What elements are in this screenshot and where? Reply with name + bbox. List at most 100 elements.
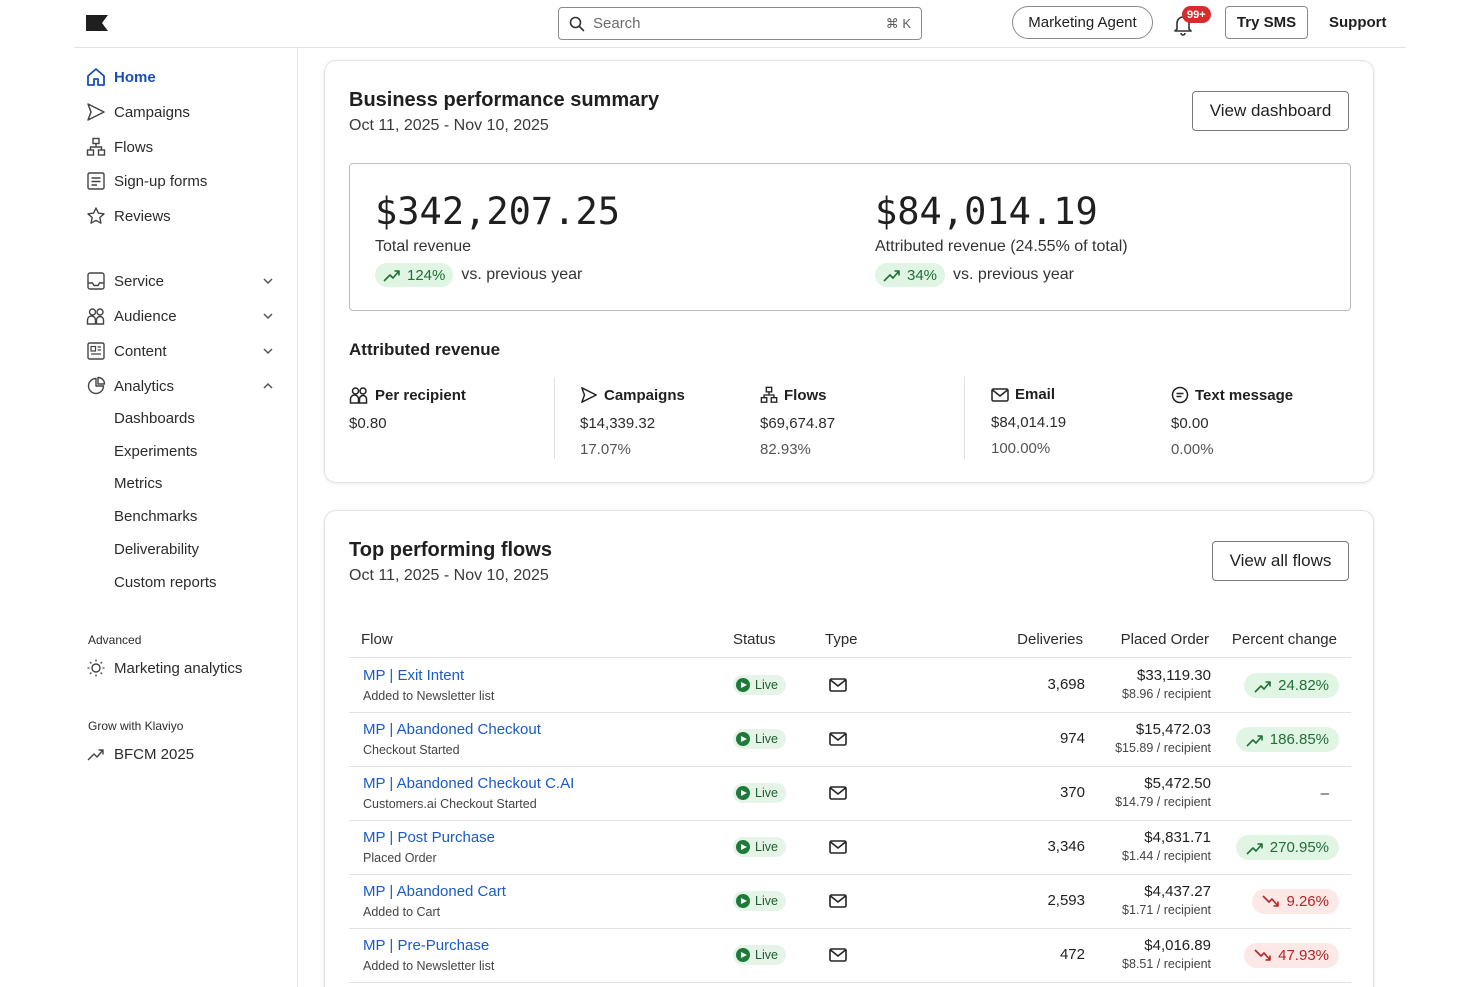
percent-change-badge: 270.95% bbox=[1235, 835, 1339, 860]
search-input[interactable]: Search ⌘ K bbox=[558, 7, 922, 40]
play-circle-icon bbox=[736, 894, 750, 908]
metric-value: $0.00 bbox=[1171, 415, 1209, 432]
revenue-summary-box: $342,207.25 Total revenue 124% vs. previ… bbox=[349, 163, 1351, 311]
sidebar-item-bfcm-2025[interactable]: BFCM 2025 bbox=[86, 740, 286, 768]
chevron-up-icon[interactable] bbox=[262, 380, 274, 392]
support-link[interactable]: Support bbox=[1329, 14, 1387, 31]
sidebar-item-label: Audience bbox=[114, 307, 177, 325]
marketing-agent-button[interactable]: Marketing Agent bbox=[1012, 6, 1153, 39]
send-icon bbox=[581, 387, 597, 403]
klaviyo-flag-icon[interactable] bbox=[86, 15, 108, 31]
column-header-percent-change[interactable]: Percent change bbox=[1232, 631, 1337, 648]
sidebar-item-content[interactable]: Content bbox=[86, 337, 286, 365]
metric-campaigns: Campaigns $14,339.32 17.07% bbox=[580, 386, 685, 459]
attributed-revenue-label: Attributed revenue (24.55% of total) bbox=[875, 238, 1128, 255]
percent-change-badge: 47.93% bbox=[1244, 943, 1339, 968]
sidebar-item-home[interactable]: Home bbox=[86, 63, 286, 91]
sidebar-item-marketing-analytics[interactable]: Marketing analytics bbox=[86, 654, 286, 682]
flow-name-link[interactable]: MP | Pre-Purchase bbox=[363, 937, 489, 954]
table-row[interactable]: MP | Abandoned Checkout C.AI Customers.ai… bbox=[349, 766, 1351, 820]
view-all-flows-button[interactable]: View all flows bbox=[1212, 541, 1349, 581]
form-icon bbox=[87, 172, 105, 190]
order-per-recipient: $1.71 / recipient bbox=[1122, 903, 1211, 917]
placed-order-value: $33,119.30 $8.96 / recipient bbox=[1122, 667, 1211, 701]
chevron-down-icon[interactable] bbox=[262, 345, 274, 357]
trend-badge: 124% bbox=[375, 263, 454, 287]
metric-value: $0.80 bbox=[349, 415, 387, 432]
trend-up-icon bbox=[383, 270, 400, 282]
sidebar-item-signup-forms[interactable]: Sign-up forms bbox=[86, 167, 286, 195]
view-dashboard-button[interactable]: View dashboard bbox=[1192, 91, 1349, 131]
sidebar-item-analytics[interactable]: Analytics bbox=[86, 372, 286, 400]
sidebar-subitem-custom-reports[interactable]: Custom reports bbox=[114, 574, 217, 591]
sidebar-subitem-benchmarks[interactable]: Benchmarks bbox=[114, 508, 197, 525]
flow-name-link[interactable]: MP | Abandoned Cart bbox=[363, 883, 506, 900]
table-row[interactable]: MP | Abandoned Cart Added to Cart Live 2,59… bbox=[349, 874, 1351, 928]
sidebar-subitem-deliverability[interactable]: Deliverability bbox=[114, 541, 199, 558]
users-icon bbox=[349, 387, 368, 404]
metric-percent: 17.07% bbox=[580, 441, 631, 458]
search-icon bbox=[569, 16, 585, 31]
sidebar-item-reviews[interactable]: Reviews bbox=[86, 202, 286, 230]
metric-email: Email $84,014.19 100.00% bbox=[991, 386, 1066, 457]
sidebar-item-service[interactable]: Service bbox=[86, 267, 286, 295]
chevron-down-icon[interactable] bbox=[262, 310, 274, 322]
total-revenue-trend: 124% vs. previous year bbox=[375, 263, 582, 287]
order-per-recipient: $14.79 / recipient bbox=[1115, 795, 1211, 809]
flow-name-link[interactable]: MP | Abandoned Checkout C.AI bbox=[363, 775, 574, 792]
deliveries-value: 974 bbox=[1059, 730, 1085, 747]
chevron-down-icon[interactable] bbox=[262, 275, 274, 287]
percent-change-value: 186.85% bbox=[1269, 731, 1329, 748]
date-range: Oct 11, 2025 - Nov 10, 2025 bbox=[349, 567, 549, 584]
placed-order-value: $4,831.71 $1.44 / recipient bbox=[1122, 829, 1211, 863]
envelope-icon bbox=[829, 732, 847, 746]
sidebar-item-label: Campaigns bbox=[114, 103, 190, 121]
table-row[interactable]: MP | Exit Intent Added to Newsletter list… bbox=[349, 658, 1351, 712]
flow-name-link[interactable]: MP | Post Purchase bbox=[363, 829, 495, 846]
lightbulb-icon bbox=[87, 659, 105, 677]
sidebar-subitem-experiments[interactable]: Experiments bbox=[114, 443, 197, 460]
flow-trigger: Customers.ai Checkout Started bbox=[363, 797, 537, 811]
percent-change-value: 24.82% bbox=[1278, 677, 1329, 694]
status-label: Live bbox=[755, 678, 778, 692]
pie-chart-icon bbox=[87, 376, 106, 395]
envelope-icon bbox=[829, 840, 847, 854]
placed-order-value: $4,437.27 $1.71 / recipient bbox=[1122, 883, 1211, 917]
order-per-recipient: $8.51 / recipient bbox=[1122, 957, 1211, 971]
content-icon bbox=[87, 342, 105, 360]
status-badge: Live bbox=[733, 945, 786, 965]
trend-suffix: vs. previous year bbox=[953, 266, 1074, 283]
deliveries-value: 3,346 bbox=[1047, 838, 1085, 855]
placed-order-value: $15,472.03 $15.89 / recipient bbox=[1115, 721, 1211, 755]
table-row[interactable]: MP | Abandoned Checkout Checkout Started L… bbox=[349, 712, 1351, 766]
top-flows-card: Top performing flows Oct 11, 2025 - Nov … bbox=[324, 510, 1374, 987]
sidebar-subitem-dashboards[interactable]: Dashboards bbox=[114, 410, 195, 427]
sidebar-item-flows[interactable]: Flows bbox=[86, 133, 286, 161]
deliveries-value: 472 bbox=[1059, 946, 1085, 963]
sidebar-item-audience[interactable]: Audience bbox=[86, 302, 286, 330]
play-circle-icon bbox=[736, 732, 750, 746]
table-row[interactable]: MP | Pre-Purchase Added to Newsletter lis… bbox=[349, 928, 1351, 982]
column-header-placed-order[interactable]: Placed Order bbox=[1121, 631, 1209, 648]
row-divider bbox=[349, 982, 1351, 983]
table-row[interactable]: MP | Post Purchase Placed Order Live 3,346 $… bbox=[349, 820, 1351, 874]
sidebar-subitem-metrics[interactable]: Metrics bbox=[114, 475, 162, 492]
column-header-deliveries[interactable]: Deliveries bbox=[1017, 631, 1083, 648]
flow-name-link[interactable]: MP | Abandoned Checkout bbox=[363, 721, 541, 738]
status-label: Live bbox=[755, 894, 778, 908]
play-circle-icon bbox=[736, 678, 750, 692]
envelope-icon bbox=[829, 948, 847, 962]
trend-value: 124% bbox=[407, 266, 446, 284]
status-badge: Live bbox=[733, 891, 786, 911]
attributed-revenue-trend: 34% vs. previous year bbox=[875, 263, 1074, 287]
percent-change-badge: 9.26% bbox=[1252, 889, 1339, 914]
column-header-flow[interactable]: Flow bbox=[361, 631, 393, 648]
flow-name-link[interactable]: MP | Exit Intent bbox=[363, 667, 464, 684]
column-header-status[interactable]: Status bbox=[733, 631, 776, 648]
sidebar-item-campaigns[interactable]: Campaigns bbox=[86, 98, 286, 126]
column-header-type[interactable]: Type bbox=[825, 631, 858, 648]
play-circle-icon bbox=[736, 840, 750, 854]
star-icon bbox=[87, 207, 105, 224]
try-sms-button[interactable]: Try SMS bbox=[1225, 6, 1308, 39]
metric-divider bbox=[554, 377, 555, 459]
